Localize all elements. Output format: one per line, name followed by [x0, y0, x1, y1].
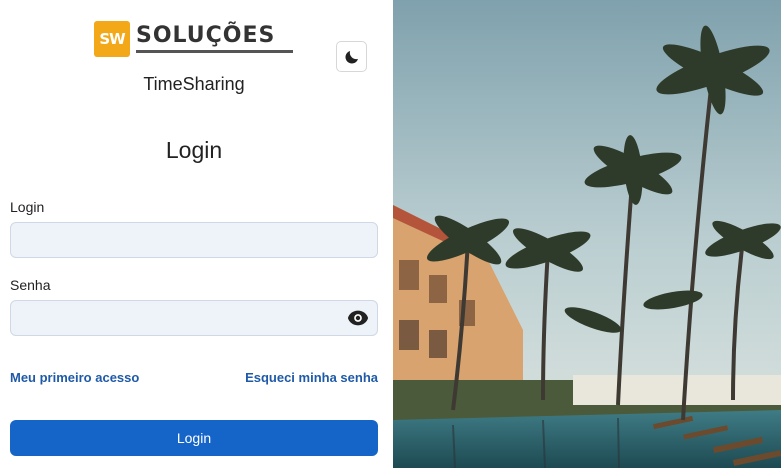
- moon-icon: [344, 50, 358, 64]
- logo-underline: [136, 50, 293, 53]
- forgot-password-link[interactable]: Esqueci minha senha: [245, 370, 378, 385]
- password-input[interactable]: [10, 300, 378, 336]
- toggle-password-visibility[interactable]: [347, 309, 369, 332]
- logo-mark: SW: [94, 21, 130, 57]
- login-button[interactable]: Login: [10, 420, 378, 456]
- login-field-label: Login: [10, 199, 45, 215]
- app-name: TimeSharing: [143, 74, 245, 94]
- form-title: Login: [165, 137, 223, 163]
- password-field-label: Senha: [10, 277, 51, 293]
- resort-photo: [393, 0, 781, 468]
- theme-toggle-button[interactable]: [336, 41, 367, 72]
- brand-logo: SW SOLUÇÕES: [94, 20, 296, 58]
- login-panel: SW SOLUÇÕES TimeSharing Login Login Senh…: [0, 0, 393, 468]
- resort-photo-illustration: [393, 0, 781, 468]
- login-input[interactable]: [10, 222, 378, 258]
- logo-name: SOLUÇÕES: [136, 23, 276, 48]
- first-access-link[interactable]: Meu primeiro acesso: [10, 370, 139, 385]
- eye-icon: [347, 310, 369, 326]
